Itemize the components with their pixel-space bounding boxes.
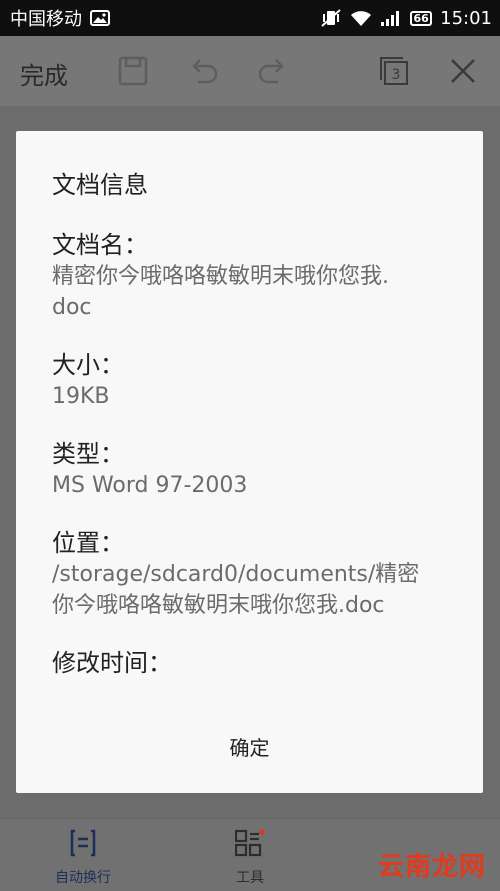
- battery-icon: 66: [410, 10, 433, 26]
- close-icon[interactable]: [448, 56, 478, 90]
- carrier-label: 中国移动: [10, 9, 82, 30]
- value-line: 你今哦咯咯敏敏明末哦你您我.doc: [52, 593, 385, 618]
- editor-toolbar: 完成 3: [0, 36, 500, 106]
- undo-icon[interactable]: [188, 56, 220, 90]
- wrap-text-label: 自动换行: [55, 870, 111, 886]
- status-bar-right: 66 15:01: [320, 8, 492, 29]
- field-label: 类型：: [52, 440, 124, 468]
- document-info-dialog: 文档信息 文档名： 精密你今哦咯咯敏敏明末哦你您我. doc 大小： 19KB …: [16, 131, 483, 793]
- field-label: 大小：: [52, 351, 124, 379]
- wrap-text-button[interactable]: 自动换行: [43, 829, 123, 887]
- field-value: /storage/sdcard0/documents/精密 你今哦咯咯敏敏明末哦…: [52, 559, 447, 621]
- tools-label: 工具: [236, 870, 264, 886]
- bottom-toolbar: 自动换行 工具 云南龙网: [0, 818, 500, 891]
- field-type: 类型： MS Word 97-2003: [52, 438, 447, 501]
- wifi-icon: [350, 9, 372, 27]
- wrap-text-icon: [69, 829, 97, 861]
- value-line: MS Word 97-2003: [52, 473, 248, 498]
- field-label: 修改时间：: [52, 649, 172, 677]
- value-line: /storage/sdcard0/documents/精密: [52, 562, 420, 587]
- field-size: 大小： 19KB: [52, 349, 447, 412]
- watermark-logo: 云南龙网: [377, 852, 486, 882]
- field-value: 精密你今哦咯咯敏敏明末哦你您我. doc: [52, 261, 447, 323]
- vibrate-off-icon: [320, 9, 342, 27]
- pages-icon[interactable]: 3: [378, 56, 410, 90]
- confirm-button[interactable]: 确定: [16, 731, 483, 765]
- tools-button[interactable]: 工具: [210, 829, 290, 887]
- status-bar: 中国移动 66 15:01: [0, 0, 500, 36]
- image-notification-icon: [90, 10, 110, 26]
- value-line: 精密你今哦咯咯敏敏明末哦你您我.: [52, 264, 389, 289]
- dialog-title: 文档信息: [52, 171, 148, 199]
- status-bar-left: 中国移动: [10, 5, 110, 31]
- save-icon[interactable]: [118, 56, 148, 90]
- clock: 15:01: [440, 7, 492, 29]
- field-modified-time: 修改时间：: [52, 647, 447, 679]
- field-label: 位置：: [52, 529, 124, 557]
- field-location: 位置： /storage/sdcard0/documents/精密 你今哦咯咯敏…: [52, 527, 447, 621]
- field-value: MS Word 97-2003: [52, 470, 447, 501]
- done-button[interactable]: 完成: [20, 56, 68, 91]
- field-document-name: 文档名： 精密你今哦咯咯敏敏明末哦你您我. doc: [52, 229, 447, 323]
- field-value: 19KB: [52, 381, 447, 412]
- value-line: doc: [52, 295, 92, 320]
- signal-icon: [380, 9, 402, 27]
- value-line: 19KB: [52, 384, 110, 409]
- page-count: 3: [392, 67, 401, 83]
- field-label: 文档名：: [52, 231, 148, 259]
- tools-grid-icon: [234, 829, 265, 861]
- redo-icon[interactable]: [256, 56, 288, 90]
